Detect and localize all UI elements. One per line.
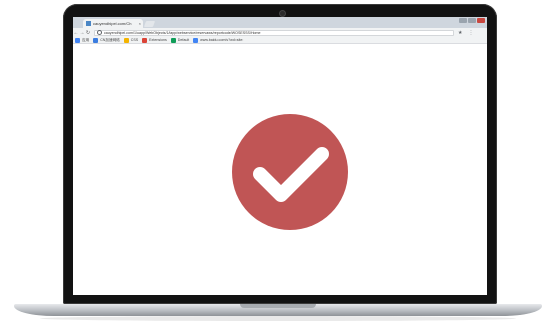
bookmark-item[interactable]: Default	[170, 37, 189, 43]
webcam	[279, 10, 286, 17]
laptop-shadow	[40, 316, 516, 321]
bookmark-favicon-icon	[93, 37, 99, 43]
new-tab-button[interactable]	[143, 21, 156, 27]
bookmark-star-icon[interactable]: ★	[458, 30, 462, 36]
address-bar: ← → ↻ cauyendhipel.com/1/uapp/WebObjects…	[73, 28, 487, 37]
bookmark-item[interactable]: 应用	[75, 37, 89, 43]
laptop-lid: cauyendhipel.com/Ch × ← → ↻ cauyendhipel…	[63, 4, 497, 304]
apps-icon	[75, 37, 80, 43]
page-content	[73, 44, 487, 295]
checkmark-circle-icon	[232, 114, 348, 230]
lock-icon	[97, 30, 102, 35]
bookmark-favicon-icon	[193, 37, 199, 43]
reload-icon[interactable]: ↻	[85, 30, 91, 36]
browser-tab-bar: cauyendhipel.com/Ch ×	[73, 17, 487, 28]
success-circle	[232, 114, 348, 230]
minimize-button[interactable]	[459, 18, 467, 23]
bookmark-item[interactable]: CN加速网络	[93, 37, 120, 43]
bookmark-item[interactable]: CSS	[123, 37, 138, 43]
window-controls	[459, 18, 485, 23]
bookmarks-bar: 应用 CN加速网络 CSS Extensions Default www.bai…	[73, 37, 487, 44]
lid-opening-notch	[240, 304, 316, 308]
close-window-button[interactable]	[477, 18, 485, 23]
bookmark-favicon-icon	[142, 37, 148, 43]
url-input[interactable]: cauyendhipel.com/1/uapp/WebObjects/1/iap…	[94, 29, 454, 36]
bookmark-item[interactable]: Extensions	[142, 37, 167, 43]
bookmark-favicon-icon	[123, 37, 129, 43]
url-text: cauyendhipel.com/1/uapp/WebObjects/1/iap…	[104, 30, 261, 35]
laptop-screen: cauyendhipel.com/Ch × ← → ↻ cauyendhipel…	[73, 17, 487, 295]
bookmark-item[interactable]: www.baidu.com/s?wd=site:	[193, 37, 243, 43]
tab-title: cauyendhipel.com/Ch	[93, 21, 132, 26]
maximize-button[interactable]	[468, 18, 476, 23]
bookmark-favicon-icon	[170, 37, 176, 43]
laptop-base	[14, 304, 542, 316]
browser-menu-icon[interactable]: ⋮	[468, 30, 473, 36]
browser-tab[interactable]: cauyendhipel.com/Ch ×	[83, 19, 143, 28]
tab-favicon-icon	[86, 21, 91, 26]
tab-close-icon[interactable]: ×	[139, 21, 141, 26]
